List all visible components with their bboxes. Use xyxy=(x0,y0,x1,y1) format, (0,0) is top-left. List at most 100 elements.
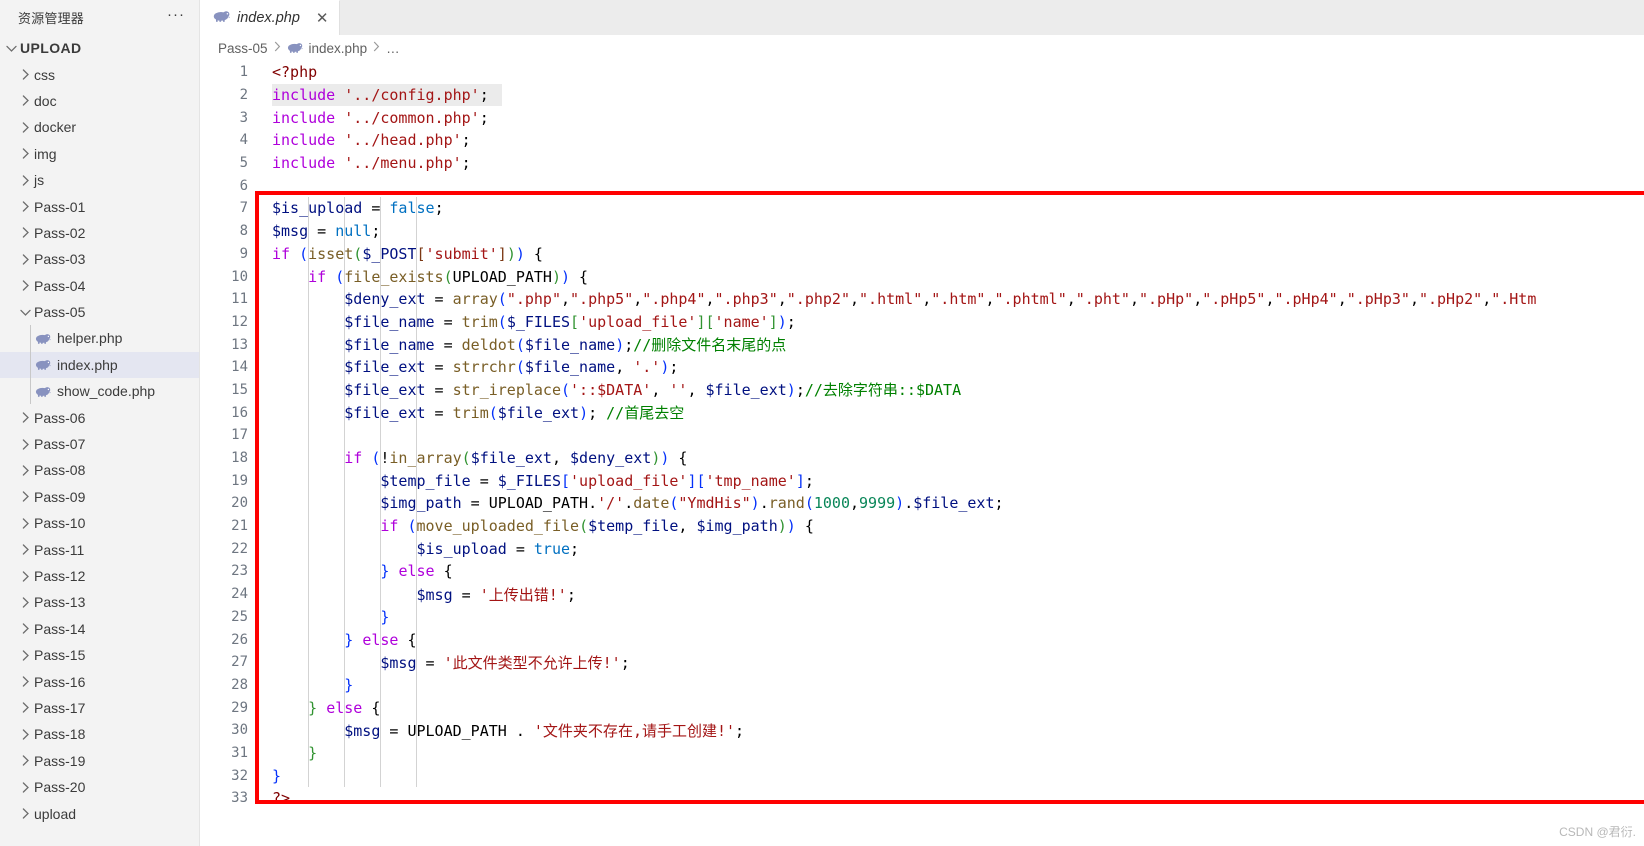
chevron-right-icon xyxy=(16,280,34,291)
chevron-right-icon xyxy=(16,148,34,159)
line-number: 13 xyxy=(231,336,248,353)
tree-folder-pass-18[interactable]: Pass-18 xyxy=(0,721,199,747)
line-number: 20 xyxy=(231,495,248,512)
tree-item-label: Pass-18 xyxy=(34,726,86,743)
code-line: 3 include '../common.php'; xyxy=(200,106,1644,129)
tree-item-label: Pass-10 xyxy=(34,515,86,532)
code-line-text: } xyxy=(272,766,282,785)
line-number: 21 xyxy=(231,518,248,535)
close-icon[interactable]: ✕ xyxy=(316,11,329,26)
tree-folder-pass-14[interactable]: Pass-14 xyxy=(0,616,199,642)
code-line-text: $img_path = UPLOAD_PATH.'/'.date("YmdHis… xyxy=(380,494,1004,513)
explorer-more-actions-icon[interactable]: ··· xyxy=(165,7,187,25)
code-line-text: } else { xyxy=(308,698,381,717)
chevron-right-icon xyxy=(16,623,34,634)
code-line-text: include '../menu.php'; xyxy=(272,154,471,173)
chevron-right-icon xyxy=(16,544,34,555)
tree-folder-pass-08[interactable]: Pass-08 xyxy=(0,457,199,483)
tree-folder-pass-11[interactable]: Pass-11 xyxy=(0,536,199,562)
indent-guide xyxy=(344,197,346,788)
tree-root-upload[interactable]: UPLOAD xyxy=(0,35,199,61)
tree-folder-pass-09[interactable]: Pass-09 xyxy=(0,484,199,510)
tree-file-helper-php[interactable]: helper.php xyxy=(0,325,199,352)
breadcrumb-item-file[interactable]: index.php xyxy=(287,41,367,56)
tree-folder-pass-13[interactable]: Pass-13 xyxy=(0,589,199,615)
line-number: 1 xyxy=(239,64,248,81)
breadcrumb-folder-label: Pass-05 xyxy=(218,40,268,56)
tree-item-label: img xyxy=(34,145,57,162)
chevron-right-icon xyxy=(16,174,34,186)
tree-folder-img[interactable]: img xyxy=(0,141,199,167)
code-line: 2 include '../config.php'; xyxy=(200,84,1644,107)
tree-folder-pass-02[interactable]: Pass-02 xyxy=(0,220,199,246)
tree-item-label: Pass-16 xyxy=(34,673,86,690)
tree-folder-pass-04[interactable]: Pass-04 xyxy=(0,273,199,299)
chevron-down-icon xyxy=(16,307,34,318)
chevron-right-icon xyxy=(16,676,34,687)
tree-folder-pass-20[interactable]: Pass-20 xyxy=(0,774,199,800)
tree-item-label: helper.php xyxy=(57,330,123,347)
chevron-right-icon xyxy=(16,518,34,529)
breadcrumb-separator-icon-2 xyxy=(373,41,380,55)
tree-folder-pass-01[interactable]: Pass-01 xyxy=(0,193,199,219)
tab-index-php[interactable]: index.php ✕ xyxy=(200,0,341,35)
line-number: 27 xyxy=(231,654,248,671)
chevron-down-icon xyxy=(2,43,20,54)
line-number: 5 xyxy=(239,155,248,172)
line-number: 25 xyxy=(231,608,248,625)
code-line-text: ?> xyxy=(272,789,291,808)
line-number: 6 xyxy=(239,177,248,194)
tree-item-label: Pass-08 xyxy=(34,462,86,479)
tree-folder-pass-07[interactable]: Pass-07 xyxy=(0,431,199,457)
chevron-right-icon xyxy=(16,201,34,212)
code-line: 5 include '../menu.php'; xyxy=(200,152,1644,175)
tree-folder-upload[interactable]: upload xyxy=(0,800,199,826)
tree-item-label: Pass-19 xyxy=(34,752,86,769)
code-line: 6 xyxy=(200,174,1644,197)
tree-folder-pass-10[interactable]: Pass-10 xyxy=(0,510,199,536)
tree-folder-pass-17[interactable]: Pass-17 xyxy=(0,695,199,721)
tree-folder-css[interactable]: css xyxy=(0,61,199,87)
line-number: 12 xyxy=(231,313,248,330)
line-number: 31 xyxy=(231,744,248,761)
code-line-text: } else { xyxy=(380,562,453,581)
tree-folder-pass-03[interactable]: Pass-03 xyxy=(0,246,199,272)
code-line-text: $file_ext = trim($file_ext); //首尾去空 xyxy=(344,404,685,423)
line-number: 33 xyxy=(231,790,248,807)
chevron-right-icon xyxy=(16,122,34,133)
code-line-text: include '../config.php'; xyxy=(272,86,489,105)
tree-folder-docker[interactable]: docker xyxy=(0,114,199,140)
tree-item-label: Pass-05 xyxy=(34,304,86,321)
editor-vertical-scrollbar[interactable] xyxy=(1630,61,1644,846)
code-line: 4 include '../head.php'; xyxy=(200,129,1644,152)
line-number: 17 xyxy=(231,427,248,444)
tree-folder-pass-16[interactable]: Pass-16 xyxy=(0,668,199,694)
breadcrumb-item-symbol[interactable]: … xyxy=(386,41,400,56)
line-number: 24 xyxy=(231,586,248,603)
tree-folder-js[interactable]: js xyxy=(0,167,199,193)
chevron-right-icon xyxy=(16,465,34,476)
tree-folder-pass-15[interactable]: Pass-15 xyxy=(0,642,199,668)
breadcrumb-item-folder[interactable]: Pass-05 xyxy=(218,41,268,56)
tree-file-show_code-php[interactable]: show_code.php xyxy=(0,378,199,405)
explorer-sidebar: 资源管理器 ··· UPLOAD css doc docker img js Pass-01… xyxy=(0,0,200,846)
tree-folder-pass-06[interactable]: Pass-06 xyxy=(0,404,199,430)
breadcrumb-separator-icon xyxy=(274,41,281,55)
line-number: 9 xyxy=(239,245,248,262)
tree-folder-doc[interactable]: doc xyxy=(0,88,199,114)
tree-item-label: Pass-11 xyxy=(34,541,85,558)
tree-folder-pass-12[interactable]: Pass-12 xyxy=(0,563,199,589)
tree-folder-pass-19[interactable]: Pass-19 xyxy=(0,748,199,774)
line-number: 16 xyxy=(231,404,248,421)
line-number: 4 xyxy=(239,132,248,149)
explorer-header: 资源管理器 ··· xyxy=(0,0,199,35)
chevron-right-icon xyxy=(16,755,34,766)
tree-folder-pass-05[interactable]: Pass-05 xyxy=(0,299,199,325)
tree-item-label: Pass-13 xyxy=(34,594,86,611)
tree-root-label: UPLOAD xyxy=(20,40,82,57)
tree-file-index-php[interactable]: index.php xyxy=(0,351,199,379)
code-editor[interactable]: 1 <?php 2 include '../config.php'; 3 include … xyxy=(200,61,1644,846)
chevron-right-icon xyxy=(16,597,34,608)
line-number: 10 xyxy=(231,268,248,285)
line-number: 8 xyxy=(239,223,248,240)
